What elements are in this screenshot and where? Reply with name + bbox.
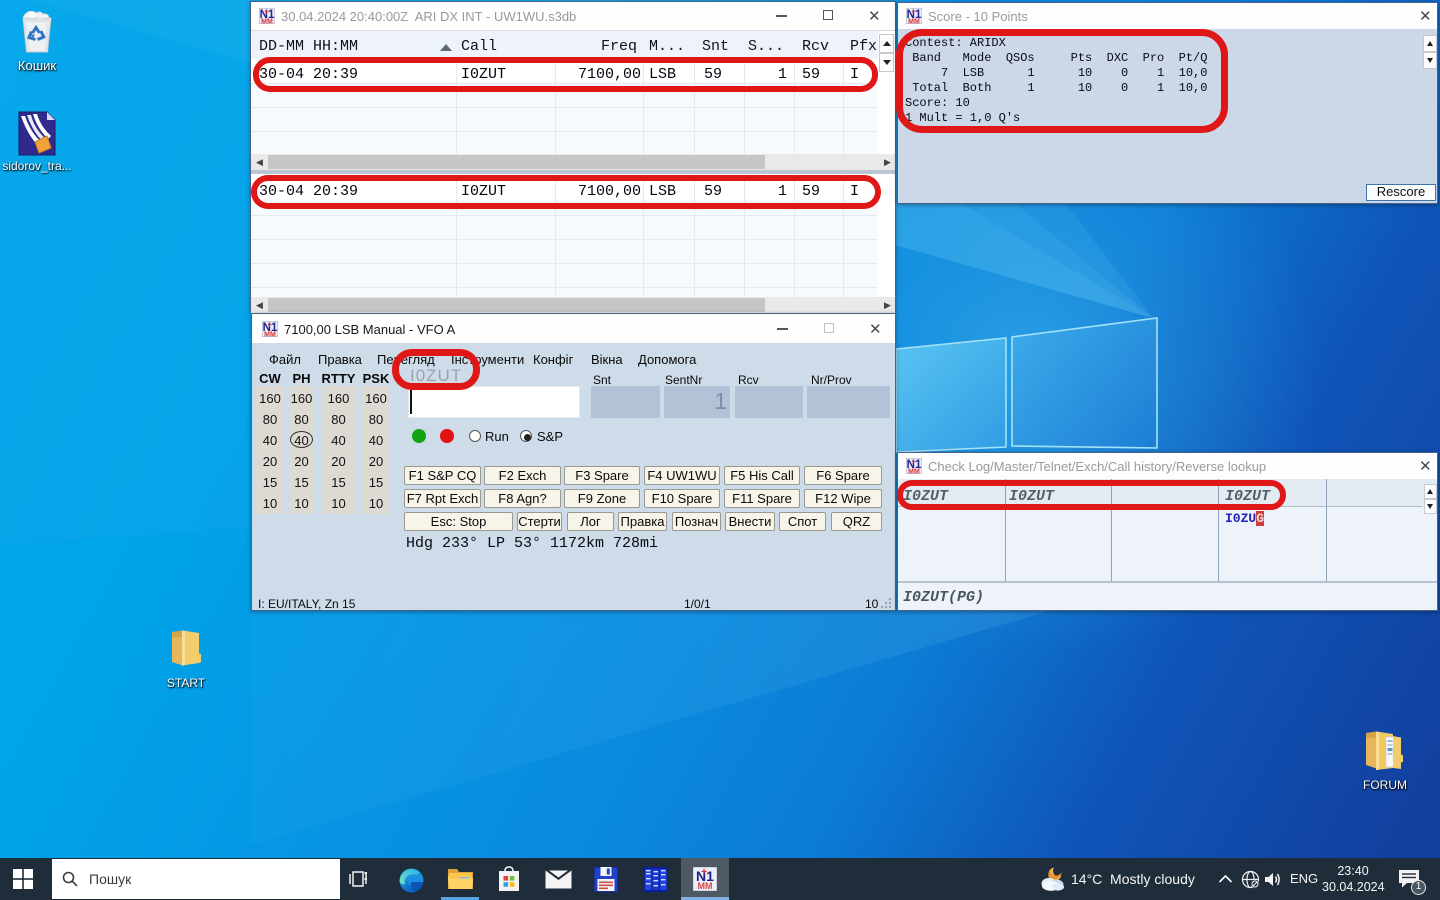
svg-text:MM: MM (264, 332, 276, 338)
svg-text:+: + (911, 8, 916, 16)
svg-text:+: + (911, 458, 916, 466)
svg-text:MM: MM (261, 19, 273, 25)
svg-text:MM: MM (698, 881, 713, 891)
svg-text:+: + (264, 8, 269, 16)
svg-text:+: + (701, 867, 707, 878)
svg-text:MM: MM (908, 19, 920, 25)
svg-text:+: + (267, 321, 272, 329)
svg-text:MM: MM (908, 469, 920, 475)
